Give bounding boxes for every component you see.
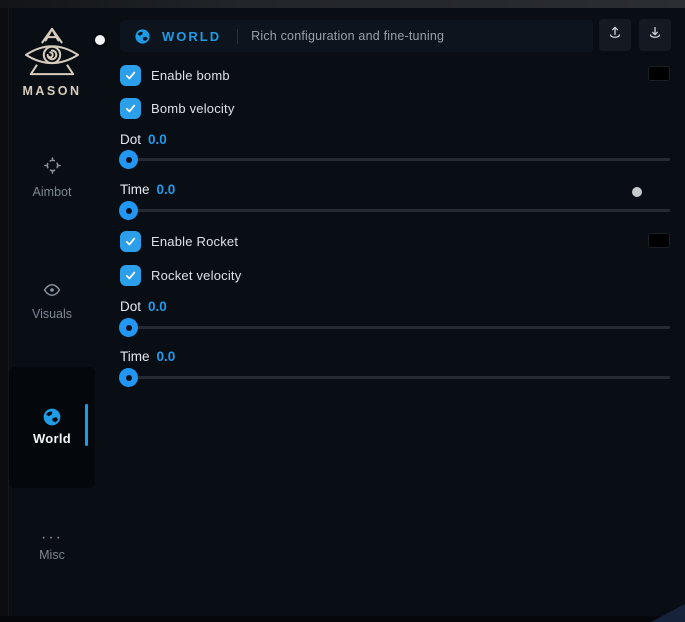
sidebar-item-world-active[interactable]: World [9, 367, 95, 488]
sidebar: MASON Aimbot Visuals [9, 8, 95, 616]
rocket-dot-slider-label: Dot 0.0 [120, 299, 167, 314]
checkbox-label: Enable bomb [151, 68, 230, 83]
download-config-button[interactable] [639, 19, 671, 51]
eye-icon [9, 283, 95, 302]
sidebar-item-label: Aimbot [9, 185, 95, 199]
globe-icon [42, 407, 62, 432]
enable-rocket-row: Enable Rocket [120, 231, 238, 252]
globe-icon [134, 28, 151, 45]
active-tab-title: WORLD [162, 29, 221, 44]
rocket-time-slider-track[interactable] [120, 376, 670, 379]
header-subtitle: Rich configuration and fine-tuning [251, 29, 444, 43]
slider-name: Dot [120, 299, 141, 314]
slider-value: 0.0 [157, 182, 176, 197]
backdrop-left-edge [0, 8, 9, 622]
brand-name: MASON [9, 84, 95, 98]
bomb-dot-slider-track[interactable] [120, 158, 670, 161]
backdrop-corner-wedge [651, 604, 685, 622]
ellipsis-icon: ··· [9, 533, 95, 543]
slider-name: Time [120, 182, 150, 197]
cursor-dot-secondary [632, 187, 642, 197]
slider-value: 0.0 [157, 349, 176, 364]
checkbox-label: Bomb velocity [151, 101, 235, 116]
bomb-time-slider-label: Time 0.0 [120, 182, 175, 197]
checkbox-label: Rocket velocity [151, 268, 241, 283]
checkbox-label: Enable Rocket [151, 234, 238, 249]
bomb-dot-slider-label: Dot 0.0 [120, 132, 167, 147]
sidebar-item-label: Visuals [9, 307, 95, 321]
enable-rocket-checkbox[interactable] [120, 231, 141, 252]
rocket-time-slider-thumb[interactable] [119, 368, 138, 387]
brand-logo: MASON [9, 26, 95, 98]
slider-value: 0.0 [148, 132, 167, 147]
slider-name: Dot [120, 132, 141, 147]
eye-pyramid-icon [9, 26, 95, 78]
enable-bomb-checkbox[interactable] [120, 65, 141, 86]
header-divider [237, 29, 238, 44]
sidebar-item-misc[interactable]: ··· Misc [9, 533, 95, 562]
upload-config-button[interactable] [599, 19, 631, 51]
upload-icon [607, 25, 623, 46]
cursor-dot [95, 35, 105, 45]
download-icon [647, 25, 663, 46]
enable-bomb-color-swatch[interactable] [648, 66, 670, 81]
bomb-time-slider-track[interactable] [120, 209, 670, 212]
rocket-time-slider-label: Time 0.0 [120, 349, 175, 364]
bomb-dot-slider-thumb[interactable] [119, 150, 138, 169]
enable-rocket-color-swatch[interactable] [648, 233, 670, 248]
rocket-dot-slider-thumb[interactable] [119, 318, 138, 337]
sidebar-item-label: Misc [9, 548, 95, 562]
rocket-velocity-checkbox[interactable] [120, 265, 141, 286]
sidebar-item-visuals[interactable]: Visuals [9, 283, 95, 321]
enable-bomb-row: Enable bomb [120, 65, 230, 86]
rocket-dot-slider-track[interactable] [120, 326, 670, 329]
backdrop-top-edge [0, 0, 685, 8]
bomb-velocity-checkbox[interactable] [120, 98, 141, 119]
slider-name: Time [120, 349, 150, 364]
active-tab-indicator [85, 404, 88, 446]
backdrop-bottom-edge [0, 616, 685, 622]
bomb-velocity-row: Bomb velocity [120, 98, 235, 119]
rocket-velocity-row: Rocket velocity [120, 265, 241, 286]
slider-value: 0.0 [148, 299, 167, 314]
sidebar-item-label: World [9, 431, 95, 446]
page-header: WORLD Rich configuration and fine-tuning [120, 20, 593, 52]
crosshair-icon [9, 156, 95, 180]
bomb-time-slider-thumb[interactable] [119, 201, 138, 220]
mod-menu-window: MASON Aimbot Visuals [0, 0, 685, 622]
sidebar-item-aimbot[interactable]: Aimbot [9, 156, 95, 199]
